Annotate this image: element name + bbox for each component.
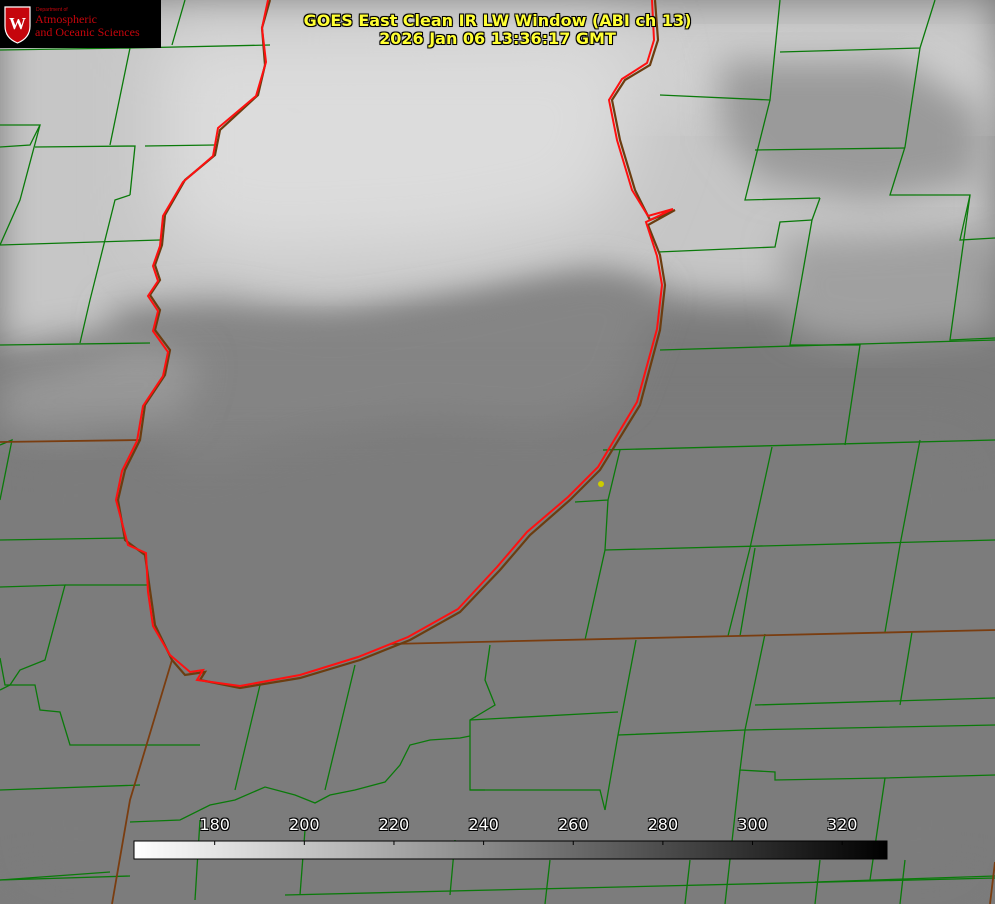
uw-crest-icon: W	[4, 6, 31, 44]
location-marker	[598, 481, 604, 487]
uw-aos-logo: W Department of Atmospheric and Oceanic …	[0, 0, 161, 48]
satellite-map	[0, 0, 995, 904]
colorbar-tick-label: 300	[737, 815, 768, 834]
colorbar-tick-label: 260	[557, 815, 589, 834]
colorbar-tick-label: 240	[468, 815, 499, 834]
colorbar	[133, 840, 888, 860]
logo-line-2: and Oceanic Sciences	[35, 25, 140, 39]
colorbar-tick-label: 280	[647, 815, 679, 834]
colorbar-tick-label: 220	[378, 815, 410, 834]
colorbar-tick-label: 180	[199, 815, 230, 834]
ir-imagery	[0, 0, 995, 904]
colorbar-tick-label: 320	[826, 815, 858, 834]
colorbar-tick-label: 200	[289, 815, 320, 834]
svg-text:W: W	[9, 14, 26, 33]
